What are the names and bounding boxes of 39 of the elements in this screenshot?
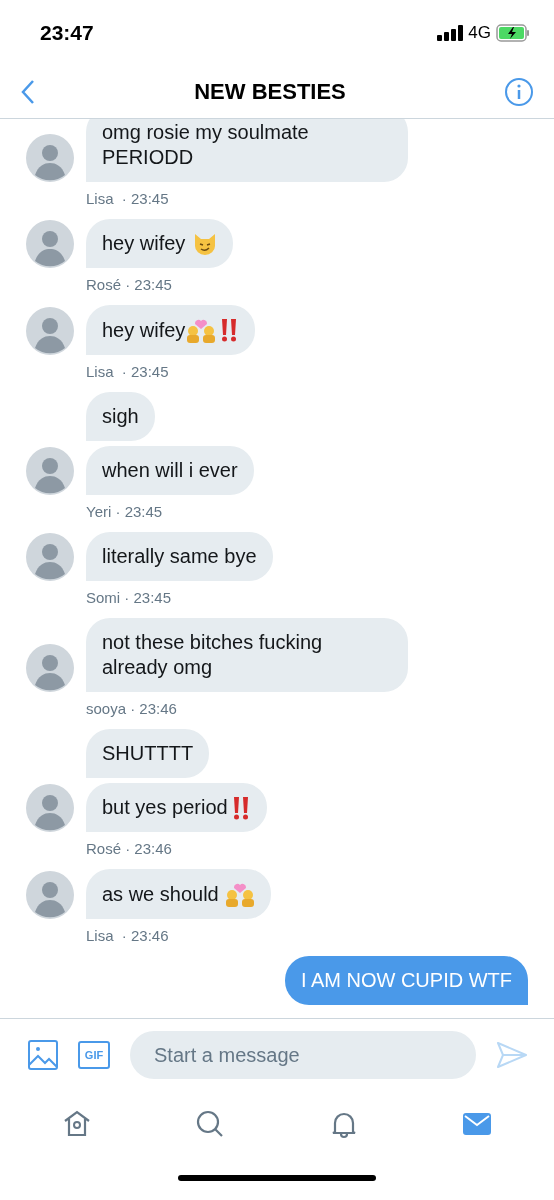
avatar [26,533,74,581]
message-meta: Rosé · 23:45 [86,276,173,293]
back-button[interactable] [20,78,36,105]
message-meta: Somi · 23:45 [86,589,173,606]
couple-heart-icon [225,881,256,907]
avatar [26,307,74,355]
message-meta: Rosé · 23:46 [86,840,173,857]
status-time: 23:47 [40,20,94,45]
avatar [26,134,74,182]
avatar [26,447,74,495]
message-meta: sooya · 23:46 [86,700,178,717]
network-type: 4G [468,22,491,43]
message-input[interactable]: Start a message [130,1031,476,1079]
message-bubble: when will i ever [86,446,254,495]
avatar [26,220,74,268]
gif-button[interactable]: GIF [78,1041,110,1069]
message-bubble: hey wifey [86,305,256,355]
message-bubble: SHUTTTT [86,729,210,778]
message-bubble: not these bitches fucking already omg [86,618,408,692]
message-meta: Lisa · 23:45 [86,190,170,207]
message-bubble: omg rosie my soulmate PERIODD [86,119,408,182]
message-bubble: but yes period [86,783,267,832]
avatar [26,644,74,692]
message-bubble: literally same bye [86,532,273,581]
message-meta: Lisa · 23:45 [86,363,170,380]
message-bubble: sigh [86,392,155,441]
message-meta: Yeri · 23:45 [86,503,164,520]
signal-icon [437,24,464,41]
image-button[interactable] [28,1040,58,1070]
message-bubble: hey wifey [86,219,233,268]
couple-heart-icon [186,317,217,343]
message-bubble: as we should [86,869,272,919]
message-meta: Lisa · 23:46 [86,927,170,944]
avatar [26,871,74,919]
conversation-title: NEW BESTIES [194,78,346,105]
sent-message-bubble: I AM NOW CUPID WTF [284,956,528,1005]
avatar [26,784,74,832]
info-button[interactable] [504,76,534,107]
cat-face-icon [192,232,217,255]
